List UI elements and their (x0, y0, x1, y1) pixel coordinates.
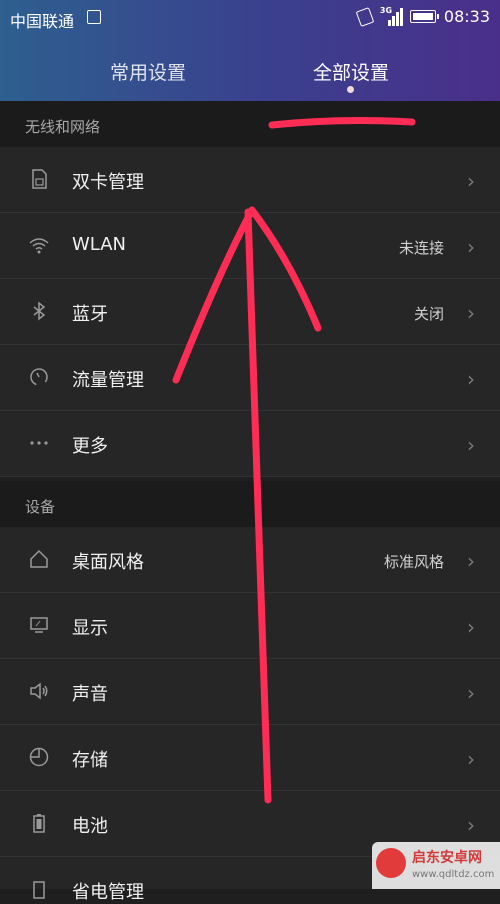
battery-outline-icon (28, 812, 50, 834)
row-label: 桌面风格 (72, 552, 144, 573)
storage-pie-icon (28, 746, 50, 768)
settings-row-sound[interactable]: 声音 › (0, 659, 500, 725)
header: 中国联通 3G 08:33 常用设置 全部设置 (0, 0, 500, 101)
display-icon (28, 614, 50, 636)
settings-row-storage[interactable]: 存储 › (0, 725, 500, 791)
chevron-right-icon: › (467, 549, 475, 573)
chevron-right-icon: › (467, 681, 475, 705)
row-label: 省电管理 (72, 882, 144, 903)
battery-icon (409, 10, 439, 23)
section-title: 设备 (25, 498, 56, 516)
watermark-logo-icon (376, 848, 406, 878)
status-bar: 中国联通 3G 08:33 (0, 0, 500, 36)
section-header-device: 设备 (0, 481, 500, 527)
signal-icon: 3G (379, 5, 403, 26)
chevron-right-icon: › (467, 433, 475, 457)
sim-card-icon (28, 168, 50, 190)
settings-row-more[interactable]: 更多 › (0, 411, 500, 477)
settings-row-wlan[interactable]: WLAN 未连接 › (0, 213, 500, 279)
row-label: 蓝牙 (72, 304, 108, 325)
vibrate-icon (355, 6, 375, 27)
row-label: WLAN (72, 234, 127, 255)
speaker-icon (28, 680, 50, 702)
chevron-right-icon: › (467, 235, 475, 259)
row-label: 显示 (72, 618, 108, 639)
clock: 08:33 (443, 7, 490, 26)
image-notification-icon (87, 10, 101, 24)
watermark-url: www.qdltdz.com (412, 869, 495, 880)
carrier-name: 中国联通 (10, 12, 75, 31)
section-header-wireless: 无线和网络 (0, 101, 500, 147)
settings-row-dual-sim[interactable]: 双卡管理 › (0, 147, 500, 213)
tab-all-settings[interactable]: 全部设置 (313, 58, 389, 85)
watermark-title: 启东安卓网 (412, 850, 482, 866)
tab-common-settings[interactable]: 常用设置 (110, 58, 186, 85)
power-saving-icon (28, 878, 50, 900)
more-dots-icon (28, 432, 50, 454)
bluetooth-icon (28, 300, 50, 322)
watermark: 启东安卓网 www.qdltdz.com (372, 842, 500, 889)
row-label: 更多 (72, 436, 108, 457)
home-icon (28, 548, 50, 570)
network-type: 3G (379, 5, 393, 15)
chevron-right-icon: › (467, 747, 475, 771)
row-value: 标准风格 (383, 553, 444, 571)
row-value: 未连接 (398, 239, 444, 257)
row-label: 电池 (72, 816, 108, 837)
chevron-right-icon: › (467, 169, 475, 193)
chevron-right-icon: › (467, 615, 475, 639)
chevron-right-icon: › (467, 367, 475, 391)
settings-row-data-usage[interactable]: 流量管理 › (0, 345, 500, 411)
section-title: 无线和网络 (25, 118, 101, 136)
row-label: 双卡管理 (72, 172, 144, 193)
active-tab-indicator (347, 86, 354, 93)
row-label: 流量管理 (72, 370, 144, 391)
row-value: 关闭 (413, 305, 444, 323)
row-label: 声音 (72, 684, 108, 705)
gauge-icon (28, 366, 50, 388)
chevron-right-icon: › (467, 301, 475, 325)
row-label: 存储 (72, 750, 108, 771)
settings-row-launcher-style[interactable]: 桌面风格 标准风格 › (0, 527, 500, 593)
wifi-icon (28, 234, 50, 256)
settings-row-display[interactable]: 显示 › (0, 593, 500, 659)
chevron-right-icon: › (467, 813, 475, 837)
settings-row-bluetooth[interactable]: 蓝牙 关闭 › (0, 279, 500, 345)
